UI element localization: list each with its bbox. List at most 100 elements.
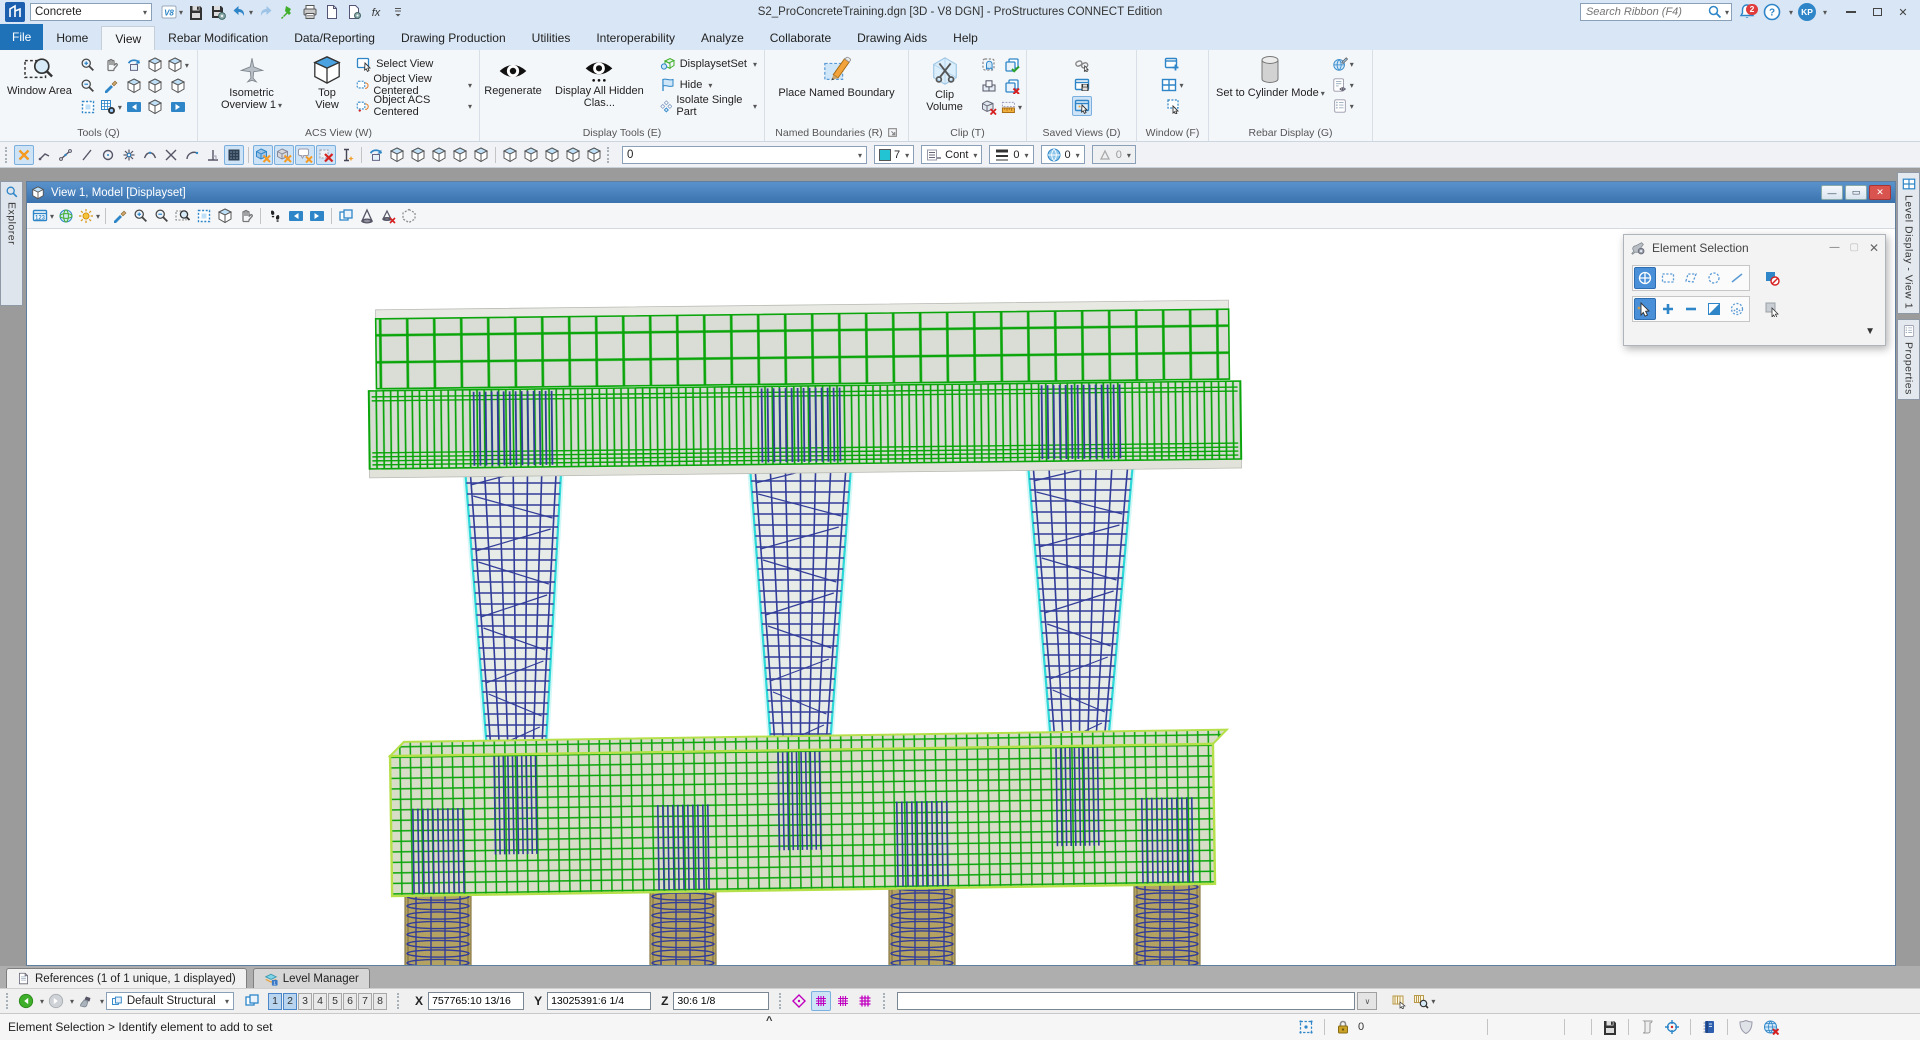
view-display-style[interactable] — [56, 206, 76, 226]
disable-handles[interactable] — [1762, 268, 1782, 288]
update-view[interactable] — [110, 206, 130, 226]
active-selection[interactable] — [1296, 1017, 1316, 1037]
grid-lock[interactable] — [833, 991, 853, 1011]
toolbar-grip[interactable] — [397, 993, 401, 1009]
markups[interactable] — [1699, 1017, 1719, 1037]
pan-view[interactable] — [99, 55, 123, 75]
clip-measure[interactable] — [1000, 97, 1023, 117]
view-groups-button[interactable] — [242, 991, 262, 1011]
fit-view[interactable] — [78, 97, 98, 117]
new-window[interactable] — [1160, 54, 1184, 74]
view-cube-5[interactable] — [166, 76, 190, 96]
object-view-centered-button[interactable]: Object View Centered — [352, 75, 476, 95]
pier-column-2[interactable] — [749, 453, 852, 759]
clip-ghost[interactable] — [979, 55, 999, 75]
view-brightness[interactable] — [77, 206, 101, 226]
select-line[interactable] — [1726, 267, 1748, 289]
view-cube-3[interactable] — [124, 76, 144, 96]
tab-analyze[interactable]: Analyze — [688, 26, 757, 50]
window-area[interactable] — [173, 206, 193, 226]
object-acs-centered-button[interactable]: Object ACS Centered — [352, 96, 476, 116]
fence-search[interactable] — [1412, 991, 1436, 1011]
select-new[interactable] — [1634, 298, 1656, 320]
active-level-combo[interactable]: 0 — [622, 146, 867, 164]
view-next[interactable] — [307, 206, 327, 226]
document-settings[interactable] — [344, 2, 364, 22]
expressions[interactable]: fx — [366, 2, 386, 22]
view-close-button[interactable]: ✕ — [1869, 185, 1891, 200]
select-all[interactable] — [1762, 299, 1782, 319]
snap-status[interactable] — [1662, 1017, 1682, 1037]
ribbon-search-input[interactable] — [1586, 6, 1707, 18]
walk[interactable] — [265, 206, 285, 226]
select-shape[interactable] — [1680, 267, 1702, 289]
delete-clip[interactable] — [979, 97, 999, 117]
minimize-button[interactable] — [1838, 2, 1864, 22]
acs-grid-lock[interactable] — [811, 991, 831, 1011]
design-history[interactable] — [1637, 1017, 1657, 1037]
y-coordinate-field[interactable] — [547, 992, 651, 1010]
place-named-boundary-button[interactable]: Place Named Boundary — [774, 52, 898, 120]
file-changes[interactable] — [1600, 1017, 1620, 1037]
viewport[interactable] — [27, 229, 1895, 965]
apply-named-boundary[interactable] — [399, 206, 419, 226]
select-add[interactable] — [1657, 298, 1679, 320]
view-title-bar[interactable]: View 1, Model [Displayset] — ▭ ✕ — [27, 182, 1895, 203]
view-toggle-6[interactable] — [500, 145, 520, 165]
regenerate-button[interactable]: Regenerate — [483, 52, 543, 120]
x-coordinate-field[interactable] — [428, 992, 524, 1010]
rebar-display-style[interactable] — [1331, 54, 1355, 74]
rotate-view[interactable] — [215, 206, 235, 226]
view-toggle-7[interactable]: 7 — [358, 993, 372, 1010]
view-display-settings[interactable] — [99, 97, 123, 117]
view-toggle-1[interactable] — [387, 145, 407, 165]
view-menu-icon[interactable] — [31, 186, 45, 200]
help-dropdown-icon[interactable] — [1787, 6, 1793, 18]
rebar-visibility[interactable] — [1331, 75, 1355, 95]
view-toggle-10[interactable] — [584, 145, 604, 165]
fence-mode[interactable] — [1389, 991, 1409, 1011]
tab-utilities[interactable]: Utilities — [519, 26, 584, 50]
active-color-combo[interactable]: 7 — [874, 145, 914, 164]
digital-rights[interactable] — [1736, 1017, 1756, 1037]
chevron-down-icon[interactable] — [38, 995, 44, 1007]
pan-view[interactable] — [236, 206, 256, 226]
save[interactable] — [186, 2, 206, 22]
fit-view[interactable] — [194, 206, 214, 226]
key-in-dropdown[interactable]: ∨ — [1357, 992, 1377, 1010]
zoom-in[interactable] — [78, 55, 98, 75]
restore-button[interactable] — [1864, 2, 1890, 22]
view-toggle-3[interactable]: 3 — [298, 993, 312, 1010]
dialog-launcher-icon[interactable] — [887, 127, 898, 138]
notifications-button[interactable]: 2 — [1737, 2, 1757, 22]
view-toggle-2[interactable] — [408, 145, 428, 165]
view-toggle-5[interactable]: 5 — [328, 993, 342, 1010]
chevron-down-icon[interactable] — [68, 995, 74, 1007]
clip-volume[interactable] — [357, 206, 377, 226]
accusnap-identify[interactable] — [274, 145, 294, 165]
tab-rebar-modification[interactable]: Rebar Modification — [155, 26, 281, 50]
tab-view[interactable]: View — [101, 26, 155, 50]
snap-tangent[interactable] — [140, 145, 160, 165]
tab-interoperability[interactable]: Interoperability — [583, 26, 688, 50]
rotate-view-toggle[interactable] — [366, 145, 386, 165]
snap-mode[interactable] — [224, 145, 244, 165]
view-previous[interactable] — [124, 97, 144, 117]
display-all-hidden-button[interactable]: Display All Hidden Clas... — [545, 52, 654, 120]
select-individual[interactable] — [1634, 267, 1656, 289]
cascade-windows[interactable] — [1160, 96, 1184, 116]
select-clear[interactable] — [1726, 298, 1748, 320]
clip-volume-button[interactable]: Clip Volume — [912, 52, 977, 120]
pier-column-1[interactable] — [464, 455, 562, 763]
accudraw-toggle[interactable] — [14, 145, 34, 165]
text-cursor[interactable] — [337, 145, 357, 165]
view-toggle-6[interactable]: 6 — [343, 993, 357, 1010]
hide-button[interactable]: Hide — [656, 75, 761, 95]
create-saved-view[interactable] — [1072, 75, 1092, 95]
explorer-panel-tab[interactable]: Explorer — [0, 181, 23, 306]
view-cube-6[interactable] — [145, 97, 165, 117]
clip-elements[interactable] — [979, 76, 999, 96]
help-button[interactable]: ? — [1762, 2, 1782, 22]
isolate-single-part-button[interactable]: Isolate Single Part — [656, 96, 761, 116]
accusnap-general[interactable] — [253, 145, 273, 165]
